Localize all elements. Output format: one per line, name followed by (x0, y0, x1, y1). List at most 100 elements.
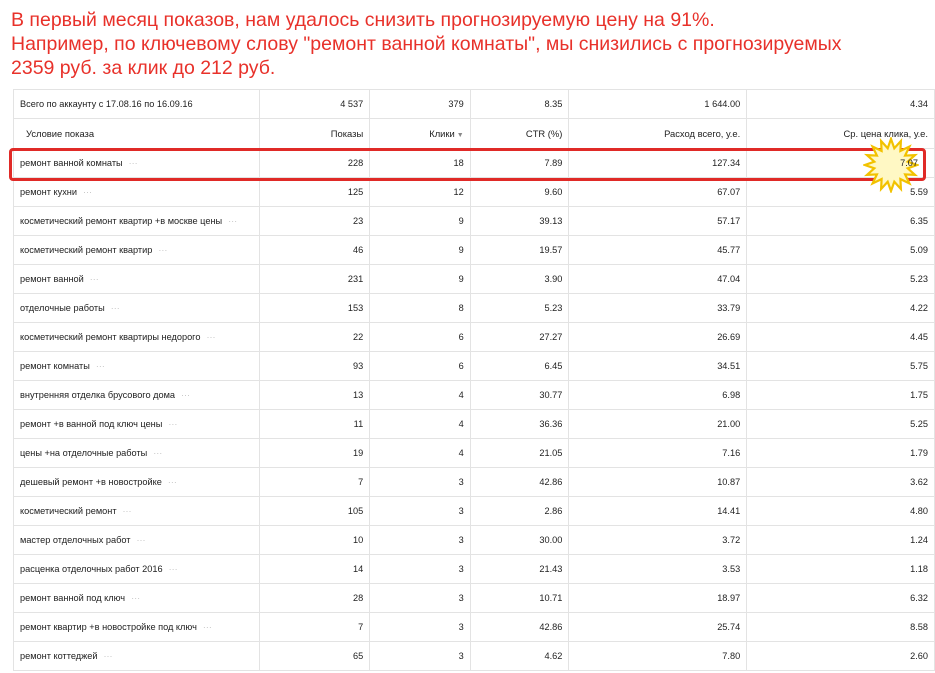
ellipsis-icon[interactable]: ⋯ (168, 419, 178, 429)
impressions-cell: 11 (259, 409, 371, 439)
keyword-cell[interactable]: цены +на отделочные работы ⋯ (12, 438, 261, 468)
table-row: дешевый ремонт +в новостройке ⋯ 7 3 42.86 10.… (12, 467, 935, 497)
keyword-cell[interactable]: дешевый ремонт +в новостройке ⋯ (12, 467, 261, 497)
keyword-text: косметический ремонт (20, 505, 117, 516)
headline-line-3: 2359 руб. за клик до 212 руб. (11, 57, 276, 79)
keyword-cell[interactable]: отделочные работы ⋯ (12, 293, 261, 323)
ctr-cell: 6.45 (469, 351, 570, 381)
table-row: ремонт +в ванной под ключ цены ⋯ 11 4 36.36 2… (12, 409, 935, 439)
ellipsis-icon[interactable]: ⋯ (228, 216, 238, 226)
keyword-cell[interactable]: расценка отделочных работ 2016 ⋯ (12, 554, 261, 584)
table-row: ремонт коттеджей ⋯ 65 3 4.62 7.80 2.60 (12, 641, 935, 671)
keyword-text: ремонт комнаты (20, 360, 90, 371)
clicks-cell: 3 (369, 525, 471, 555)
keyword-text: дешевый ремонт +в новостройке (20, 476, 162, 487)
keyword-cell[interactable]: ремонт кухни ⋯ (12, 177, 261, 207)
total-label: Всего по аккаунту с 17.08.16 по 16.09.16 (12, 89, 261, 119)
cost-cell: 3.72 (568, 525, 748, 555)
ellipsis-icon[interactable]: ⋯ (169, 564, 179, 574)
ctr-cell: 30.00 (469, 525, 570, 555)
cost-cell: 57.17 (568, 206, 748, 236)
clicks-cell: 12 (369, 177, 471, 207)
ellipsis-icon[interactable]: ⋯ (103, 651, 113, 661)
keyword-cell[interactable]: мастер отделочных работ ⋯ (12, 525, 261, 555)
impressions-cell: 65 (259, 641, 371, 671)
clicks-cell: 3 (369, 467, 471, 497)
avg-cpc-cell: 5.75 (746, 351, 935, 381)
clicks-cell: 3 (369, 583, 471, 613)
ctr-cell: 4.62 (469, 641, 570, 671)
ellipsis-icon[interactable]: ⋯ (90, 274, 100, 284)
ellipsis-icon[interactable]: ⋯ (206, 332, 216, 342)
ellipsis-icon[interactable]: ⋯ (131, 593, 141, 603)
impressions-cell: 22 (259, 322, 371, 352)
impressions-cell: 14 (259, 554, 371, 584)
highlighted-avg-cpc-value: 7.07 (900, 158, 918, 168)
keyword-cell[interactable]: косметический ремонт квартир +в москве ц… (12, 206, 261, 236)
ellipsis-icon[interactable]: ⋯ (181, 390, 191, 400)
ctr-cell: 9.60 (469, 177, 570, 207)
column-header-cost[interactable]: Расход всего, у.е. (568, 118, 748, 149)
ellipsis-icon[interactable]: ⋯ (158, 245, 168, 255)
table-row: мастер отделочных работ ⋯ 10 3 30.00 3.72 1.24 (12, 525, 935, 555)
keyword-text: цены +на отделочные работы (20, 447, 148, 458)
ellipsis-icon[interactable]: ⋯ (153, 448, 163, 458)
table-row: цены +на отделочные работы ⋯ 19 4 21.05 7.16 1… (12, 438, 935, 468)
ellipsis-icon[interactable]: ⋯ (96, 361, 106, 371)
avg-cpc-cell: 2.60 (746, 641, 935, 671)
ellipsis-icon[interactable]: ⋯ (83, 187, 93, 197)
clicks-cell: 3 (369, 554, 471, 584)
headline-line-1: В первый месяц показов, нам удалось сниз… (11, 9, 715, 31)
ctr-cell: 21.05 (469, 438, 570, 468)
keyword-text: ремонт +в ванной под ключ цены (20, 418, 163, 429)
total-cost: 1 644.00 (568, 89, 748, 119)
total-avg-cpc: 4.34 (746, 89, 935, 119)
clicks-cell: 8 (369, 293, 471, 323)
keyword-cell[interactable]: ремонт комнаты ⋯ (12, 351, 261, 381)
column-header-condition[interactable]: Условие показа (12, 118, 261, 149)
ctr-cell: 19.57 (469, 235, 570, 265)
keyword-text: косметический ремонт квартир (20, 244, 153, 255)
cost-cell: 7.80 (568, 641, 748, 671)
clicks-cell: 3 (369, 641, 471, 671)
impressions-cell: 13 (259, 380, 371, 410)
keyword-cell[interactable]: ремонт ванной ⋯ (12, 264, 261, 294)
ellipsis-icon[interactable]: ⋯ (203, 622, 213, 632)
impressions-cell: 125 (259, 177, 371, 207)
cost-cell: 14.41 (568, 496, 748, 526)
ellipsis-icon[interactable]: ⋯ (168, 477, 178, 487)
total-clicks: 379 (369, 89, 471, 119)
column-header-ctr[interactable]: CTR (%) (469, 118, 570, 149)
ellipsis-icon[interactable]: ⋯ (123, 506, 133, 516)
keyword-cell[interactable]: косметический ремонт квартир ⋯ (12, 235, 261, 265)
keyword-cell[interactable]: ремонт квартир +в новостройке под ключ ⋯ (12, 612, 261, 642)
table-row: ремонт ванной под ключ ⋯ 28 3 10.71 18.97 6.32 (12, 583, 935, 613)
keyword-cell[interactable]: ремонт ванной под ключ ⋯ (12, 583, 261, 613)
column-header-impressions[interactable]: Показы (259, 118, 371, 149)
cost-cell: 47.04 (568, 264, 748, 294)
ellipsis-icon[interactable]: ⋯ (111, 303, 121, 313)
ctr-cell: 36.36 (469, 409, 570, 439)
clicks-cell: 6 (369, 322, 471, 352)
keyword-cell[interactable]: ремонт коттеджей ⋯ (12, 641, 261, 671)
keyword-cell[interactable]: ремонт +в ванной под ключ цены ⋯ (12, 409, 261, 439)
keyword-cell[interactable]: косметический ремонт квартиры недорого ⋯ (12, 322, 261, 352)
avg-cpc-cell: 6.35 (746, 206, 935, 236)
headline-line-2: Например, по ключевому слову "ремонт ван… (11, 33, 842, 55)
table-row: отделочные работы ⋯ 153 8 5.23 33.79 4.22 (12, 293, 935, 323)
total-row: Всего по аккаунту с 17.08.16 по 16.09.16… (12, 89, 935, 119)
ellipsis-icon[interactable]: ⋯ (136, 535, 146, 545)
keyword-text: ремонт коттеджей (20, 650, 98, 661)
keyword-cell[interactable]: косметический ремонт ⋯ (12, 496, 261, 526)
impressions-cell: 93 (259, 351, 371, 381)
total-ctr: 8.35 (469, 89, 570, 119)
avg-cpc-cell: 1.75 (746, 380, 935, 410)
sort-desc-icon: ▼ (456, 132, 464, 139)
ctr-cell: 39.13 (469, 206, 570, 236)
impressions-cell: 28 (259, 583, 371, 613)
table-row: ремонт кухни ⋯ 125 12 9.60 67.07 5.59 (12, 177, 935, 207)
ctr-cell: 2.86 (469, 496, 570, 526)
keyword-cell[interactable]: внутренняя отделка брусового дома ⋯ (12, 380, 261, 410)
clicks-cell: 9 (369, 206, 471, 236)
column-header-clicks[interactable]: Клики ▼ (369, 118, 471, 149)
